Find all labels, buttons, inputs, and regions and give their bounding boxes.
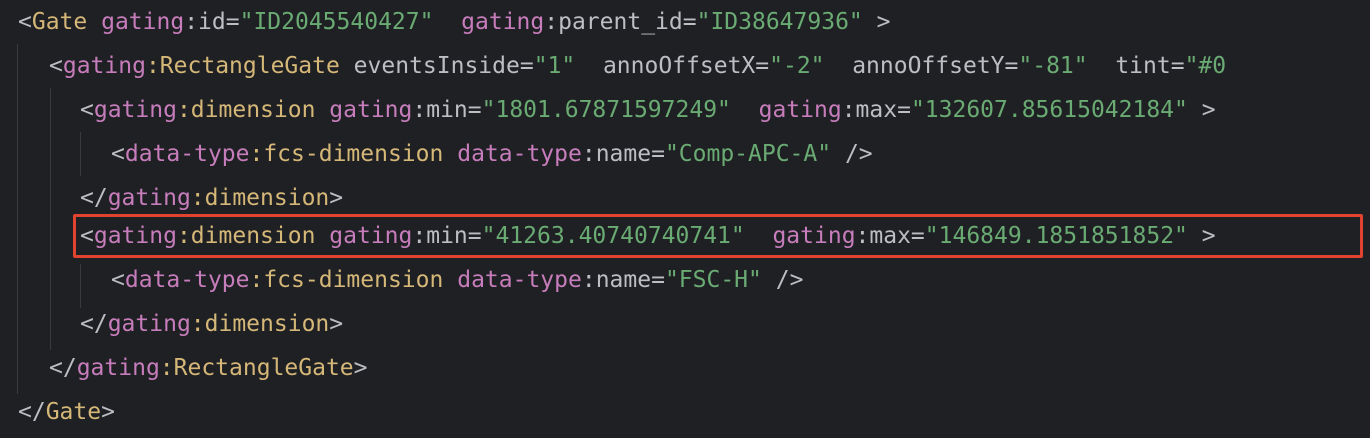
code-token-ns: data-type	[457, 267, 582, 293]
code-token-ns: gating	[62, 53, 146, 79]
code-token-tag: :dimension	[190, 311, 330, 337]
code-token-attr: :id=	[184, 9, 240, 35]
code-token-ns: gating	[101, 9, 185, 35]
code-token-pun	[443, 141, 457, 167]
code-token-tag: Gate	[45, 399, 102, 425]
code-token-attr: :parent_id=	[544, 9, 697, 35]
code-token-ns: gating	[76, 355, 160, 381]
code-token-val: "FSC-H"	[664, 267, 762, 293]
code-token-val: "1"	[533, 53, 576, 79]
code-token-attr: annoOffsetY=	[824, 53, 1019, 79]
indent-guide-2	[50, 88, 51, 350]
code-token-pun: <	[111, 267, 125, 293]
code-token-pun	[731, 97, 759, 123]
code-token-attr: eventsInside=	[339, 53, 534, 79]
code-token-attr: annoOffsetX=	[575, 53, 770, 79]
code-token-pun: />	[761, 267, 804, 293]
code-line[interactable]: </Gate>	[18, 390, 115, 434]
code-line[interactable]: <Gate gating:id="ID2045540427" gating:pa…	[18, 0, 890, 44]
code-token-attr: :max=	[841, 97, 911, 123]
code-token-ns: gating	[758, 97, 842, 123]
code-token-attr: :min=	[412, 97, 482, 123]
code-token-pun: </	[49, 355, 77, 381]
code-token-ns: gating	[107, 311, 191, 337]
code-token-ns: gating	[107, 185, 191, 211]
code-token-attr: tint=	[1087, 53, 1185, 79]
code-token-ns: gating	[329, 97, 413, 123]
code-line[interactable]: <gating:dimension gating:min="1801.67871…	[80, 88, 1216, 132]
code-line[interactable]: </gating:RectangleGate>	[49, 346, 368, 390]
code-token-pun	[315, 97, 329, 123]
code-token-ns: gating	[93, 97, 177, 123]
code-token-pun: >	[862, 9, 891, 35]
code-token-tag: :dimension	[190, 185, 330, 211]
code-token-pun: />	[831, 141, 873, 167]
code-token-val: "ID38647936"	[696, 9, 863, 35]
code-token-ns: gating	[461, 9, 545, 35]
code-token-ns: data-type	[124, 267, 250, 293]
code-token-pun	[443, 267, 457, 293]
code-token-pun	[433, 9, 461, 35]
code-token-pun: >	[329, 185, 344, 211]
indent-guide-3	[80, 132, 81, 176]
highlight-annotation-box	[73, 214, 1363, 258]
code-token-pun: <	[49, 53, 63, 79]
code-token-val: "ID2045540427"	[239, 9, 434, 35]
code-token-pun: <	[111, 141, 125, 167]
code-token-val: "#0	[1184, 53, 1227, 79]
indent-guide-1	[17, 44, 18, 394]
code-token-pun: <	[18, 9, 32, 35]
code-token-tag: :dimension	[176, 97, 316, 123]
code-token-tag: :RectangleGate	[159, 355, 354, 381]
code-token-pun: </	[18, 399, 46, 425]
code-token-val: "1801.67871597249"	[481, 97, 731, 123]
code-token-val: "Comp-APC-A"	[664, 141, 832, 167]
code-token-val: "132607.85615042184"	[910, 97, 1188, 123]
code-token-pun: >	[329, 311, 344, 337]
code-token-pun: >	[101, 399, 115, 425]
code-token-tag: :fcs-dimension	[249, 141, 444, 167]
code-token-tag: :fcs-dimension	[249, 267, 444, 293]
code-token-pun: <	[80, 97, 94, 123]
code-editor[interactable]: <Gate gating:id="ID2045540427" gating:pa…	[0, 0, 1370, 438]
code-token-pun	[87, 9, 101, 35]
code-token-ns: data-type	[457, 141, 582, 167]
code-token-val: "-81"	[1018, 53, 1088, 79]
code-line[interactable]: <gating:RectangleGate eventsInside="1" a…	[49, 44, 1226, 88]
code-token-pun: >	[353, 355, 368, 381]
code-token-val: "-2"	[769, 53, 825, 79]
code-line[interactable]: <data-type:fcs-dimension data-type:name=…	[111, 132, 873, 176]
code-line[interactable]: </gating:dimension>	[80, 302, 343, 346]
code-token-tag: Gate	[31, 9, 88, 35]
code-token-ns: data-type	[124, 141, 250, 167]
code-token-attr: :name=	[581, 267, 665, 293]
code-token-tag: :RectangleGate	[145, 53, 340, 79]
code-token-pun: </	[80, 185, 108, 211]
code-token-pun: >	[1187, 97, 1216, 123]
code-token-attr: :name=	[581, 141, 665, 167]
code-token-pun: </	[80, 311, 108, 337]
code-line[interactable]: <data-type:fcs-dimension data-type:name=…	[111, 258, 803, 302]
